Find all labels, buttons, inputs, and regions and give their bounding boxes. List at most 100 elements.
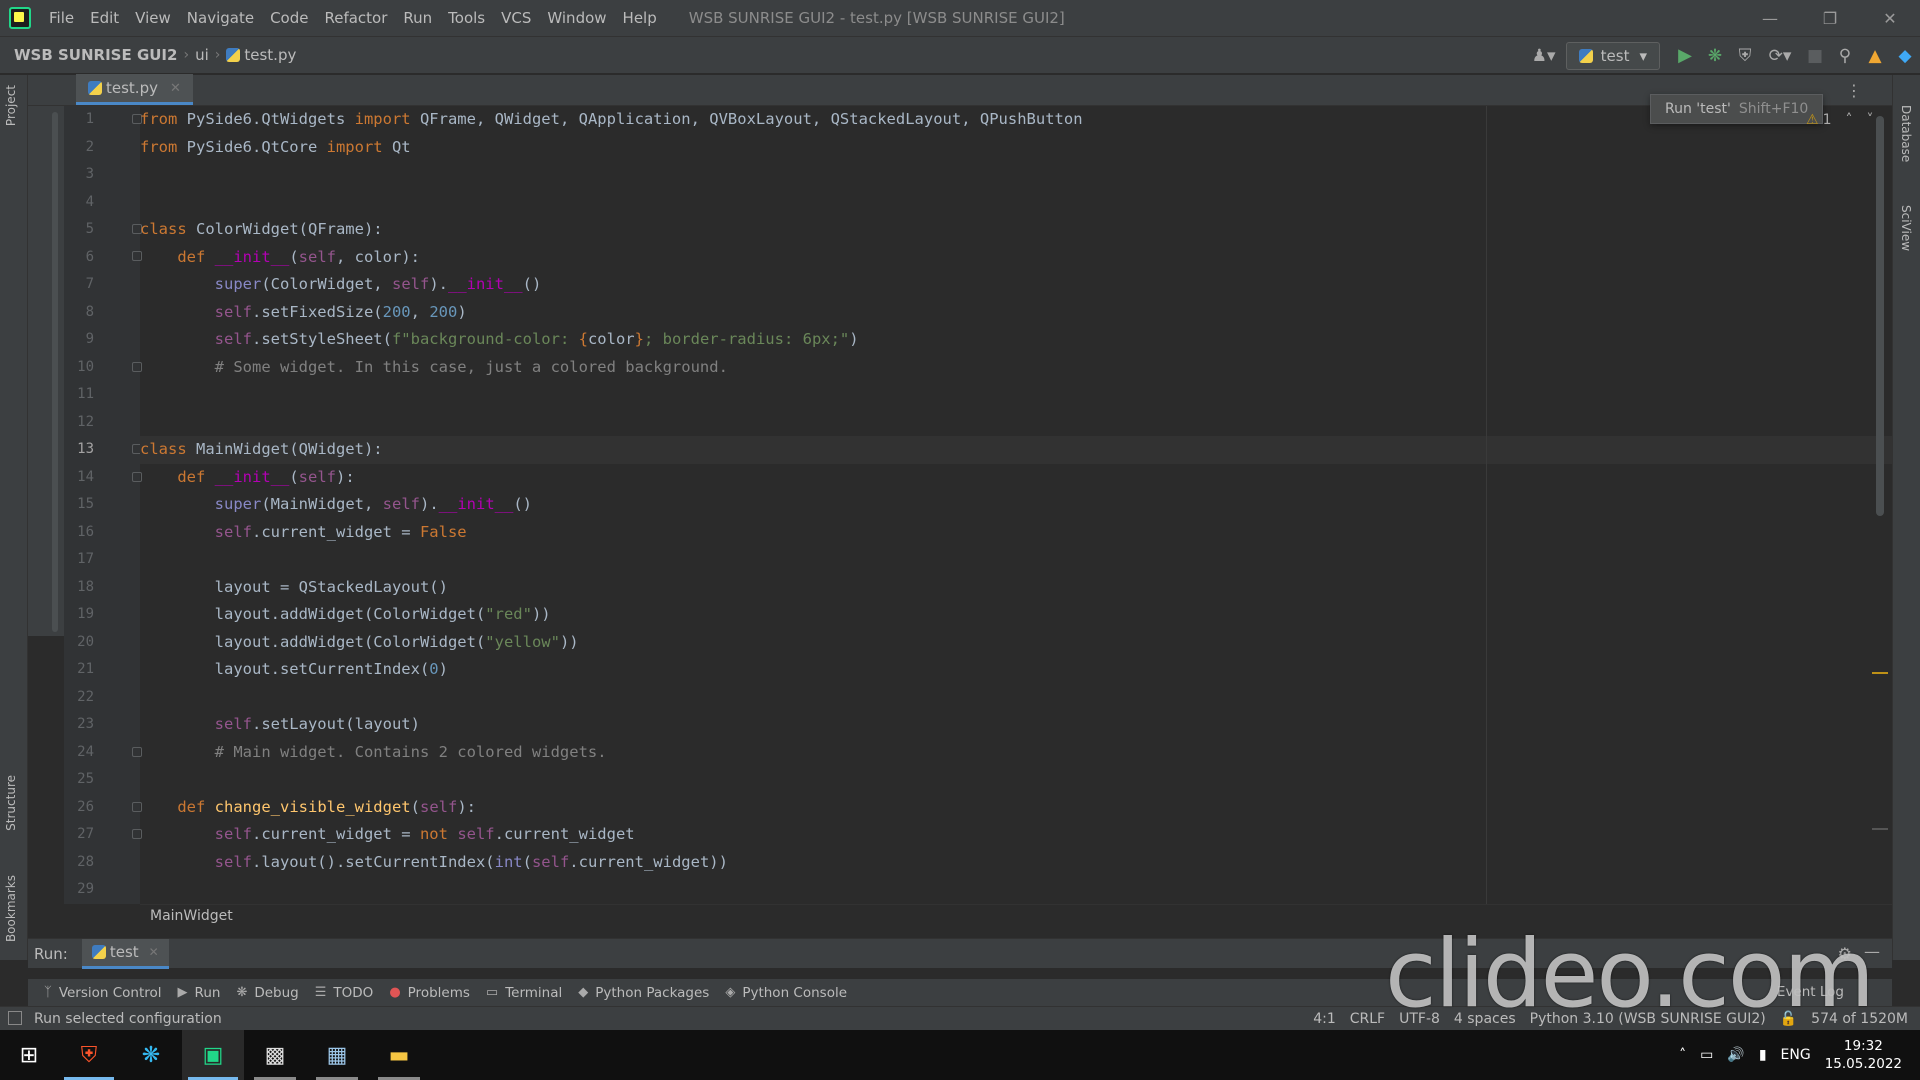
bookmarks-tool-button[interactable]: Bookmarks bbox=[4, 875, 18, 942]
database-tool-button[interactable]: Database bbox=[1899, 105, 1913, 162]
chart-app-icon[interactable]: ▩ bbox=[244, 1030, 306, 1080]
menu-help[interactable]: Help bbox=[615, 0, 665, 36]
coverage-shield-icon[interactable]: ⛨ bbox=[1730, 41, 1760, 71]
code-line: from PySide6.QtCore import Qt bbox=[140, 137, 411, 156]
close-icon[interactable]: ✕ bbox=[1860, 0, 1920, 36]
code-breadcrumb[interactable]: MainWidget bbox=[150, 908, 233, 924]
code-line: layout.addWidget(ColorWidget("yellow")) bbox=[140, 632, 579, 651]
clock[interactable]: 19:32 15.05.2022 bbox=[1825, 1037, 1902, 1073]
breadcrumb-folder[interactable]: ui bbox=[189, 46, 215, 64]
user-icon[interactable]: ♟▾ bbox=[1522, 41, 1566, 71]
chevron-down-icon[interactable]: ˅ bbox=[1866, 112, 1873, 128]
project-scrollbar[interactable] bbox=[52, 112, 58, 632]
menu-navigate[interactable]: Navigate bbox=[179, 0, 262, 36]
code-area[interactable]: from PySide6.QtWidgets import QFrame, QW… bbox=[140, 106, 1892, 904]
update-icon[interactable]: ▲ bbox=[1860, 41, 1890, 71]
status-toggle-icon[interactable] bbox=[8, 1011, 22, 1025]
tab-python-console[interactable]: ◈ Python Console bbox=[725, 985, 847, 1001]
battery-icon[interactable]: ▮ bbox=[1759, 1047, 1767, 1063]
line-number: 21 bbox=[77, 661, 94, 677]
tab-python-packages[interactable]: ◆ Python Packages bbox=[578, 985, 709, 1001]
menu-code[interactable]: Code bbox=[262, 0, 316, 36]
packages-icon: ◆ bbox=[578, 985, 589, 1000]
line-number: 27 bbox=[77, 826, 94, 842]
left-tool-strip: Project Structure Bookmarks bbox=[0, 75, 28, 960]
change-marker[interactable] bbox=[1872, 828, 1888, 830]
menu-window[interactable]: Window bbox=[539, 0, 614, 36]
breadcrumb-project[interactable]: WSB SUNRISE GUI2 bbox=[0, 46, 183, 64]
close-tab-icon[interactable]: ✕ bbox=[170, 81, 181, 96]
tab-todo[interactable]: ☰ TODO bbox=[315, 985, 374, 1001]
breadcrumb-file[interactable]: test.py bbox=[220, 46, 302, 64]
tooltip-shortcut: Shift+F10 bbox=[1738, 101, 1809, 117]
warning-marker[interactable] bbox=[1872, 672, 1888, 674]
line-number-gutter: 1 2 3 4 5 6 7 8 9 10 11 12 13 14 15 16 1… bbox=[64, 106, 142, 904]
line-number: 16 bbox=[77, 523, 94, 540]
plugin-logo-icon[interactable]: ◆ bbox=[1890, 41, 1920, 71]
line-number: 17 bbox=[77, 551, 94, 567]
clock-time: 19:32 bbox=[1843, 1038, 1883, 1054]
menu-vcs[interactable]: VCS bbox=[493, 0, 539, 36]
caret-position[interactable]: 4:1 bbox=[1313, 1011, 1336, 1027]
menu-refactor[interactable]: Refactor bbox=[316, 0, 395, 36]
network-icon[interactable]: ▭ bbox=[1700, 1047, 1713, 1063]
starred-app-icon[interactable]: ❋ bbox=[120, 1030, 182, 1080]
pycharm-taskbar-icon[interactable]: ▣ bbox=[182, 1030, 244, 1080]
search-icon[interactable]: ⚲ bbox=[1830, 41, 1860, 71]
code-editor[interactable]: 1 2 3 4 5 6 7 8 9 10 11 12 13 14 15 16 1… bbox=[64, 106, 1892, 930]
language-indicator[interactable]: ENG bbox=[1781, 1047, 1811, 1063]
line-number: 3 bbox=[85, 166, 94, 182]
menu-tools[interactable]: Tools bbox=[440, 0, 493, 36]
line-number: 10 bbox=[77, 358, 94, 375]
more-vertical-icon[interactable]: ⋮ bbox=[1846, 81, 1862, 100]
line-number: 6 bbox=[85, 248, 94, 265]
code-line: self.setStyleSheet(f"background-color: {… bbox=[214, 330, 859, 348]
line-number: 1 bbox=[85, 111, 94, 127]
tab-version-control[interactable]: ᛉ Version Control bbox=[44, 985, 162, 1001]
tab-terminal[interactable]: ▭ Terminal bbox=[486, 985, 562, 1001]
brave-browser-icon[interactable]: ⛨ bbox=[58, 1030, 120, 1080]
debug-bug-icon[interactable]: ❋ bbox=[1700, 41, 1730, 71]
editor-tabs: test.py ✕ ⋮ bbox=[28, 74, 1892, 106]
chevron-up-icon[interactable]: ˄ bbox=[1679, 1047, 1686, 1063]
volume-icon[interactable]: 🔊 bbox=[1727, 1047, 1744, 1063]
terminal-icon: ▭ bbox=[485, 985, 499, 1000]
clock-date: 15.05.2022 bbox=[1824, 1056, 1902, 1072]
restore-icon[interactable]: ❐ bbox=[1800, 0, 1860, 36]
stop-icon[interactable]: ■ bbox=[1800, 41, 1830, 71]
tab-label: Debug bbox=[254, 984, 299, 1001]
code-line: layout = QStackedLayout() bbox=[140, 577, 448, 596]
menu-file[interactable]: File bbox=[41, 0, 82, 36]
window-title: WSB SUNRISE GUI2 - test.py [WSB SUNRISE … bbox=[688, 9, 1065, 27]
chevron-up-icon[interactable]: ˄ bbox=[1845, 112, 1852, 128]
tab-test-py[interactable]: test.py ✕ bbox=[76, 74, 193, 105]
menu-bar: File Edit View Navigate Code Refactor Ru… bbox=[0, 0, 1920, 36]
project-tool-button[interactable]: Project bbox=[4, 85, 18, 126]
tab-label: Problems bbox=[407, 984, 470, 1001]
code-line: def __init__(self, color): bbox=[177, 247, 420, 266]
run-tab-test[interactable]: test ✕ bbox=[81, 938, 169, 969]
menu-edit[interactable]: Edit bbox=[82, 0, 127, 36]
tab-debug[interactable]: ❋ Debug bbox=[236, 985, 298, 1001]
photos-app-icon[interactable]: ▦ bbox=[306, 1030, 368, 1080]
right-margin-guide bbox=[1486, 106, 1487, 904]
structure-tool-button[interactable]: Structure bbox=[4, 775, 18, 831]
menu-run[interactable]: Run bbox=[395, 0, 440, 36]
editor-scrollbar[interactable] bbox=[1876, 116, 1884, 516]
sciview-tool-button[interactable]: SciView bbox=[1899, 205, 1913, 251]
line-separator[interactable]: CRLF bbox=[1350, 1011, 1385, 1027]
close-tab-icon[interactable]: ✕ bbox=[149, 945, 159, 959]
tab-run[interactable]: ▶ Run bbox=[178, 985, 221, 1001]
run-configuration-selector[interactable]: test ▾ bbox=[1565, 41, 1660, 70]
tab-problems[interactable]: ● Problems bbox=[389, 985, 470, 1001]
line-number: 29 bbox=[77, 881, 94, 897]
file-explorer-icon[interactable]: ▬ bbox=[368, 1030, 430, 1080]
run-button[interactable]: ▶ bbox=[1670, 41, 1700, 71]
python-console-icon: ◈ bbox=[725, 985, 736, 1000]
inspection-widget[interactable]: ⚠ 1 ˄ ˅ bbox=[1806, 112, 1873, 128]
minimize-icon[interactable]: — bbox=[1740, 0, 1800, 36]
problems-icon: ● bbox=[389, 985, 401, 1000]
profile-icon[interactable]: ⟳▾ bbox=[1760, 41, 1800, 71]
menu-view[interactable]: View bbox=[127, 0, 179, 36]
windows-start-icon[interactable]: ⊞ bbox=[0, 1030, 58, 1080]
